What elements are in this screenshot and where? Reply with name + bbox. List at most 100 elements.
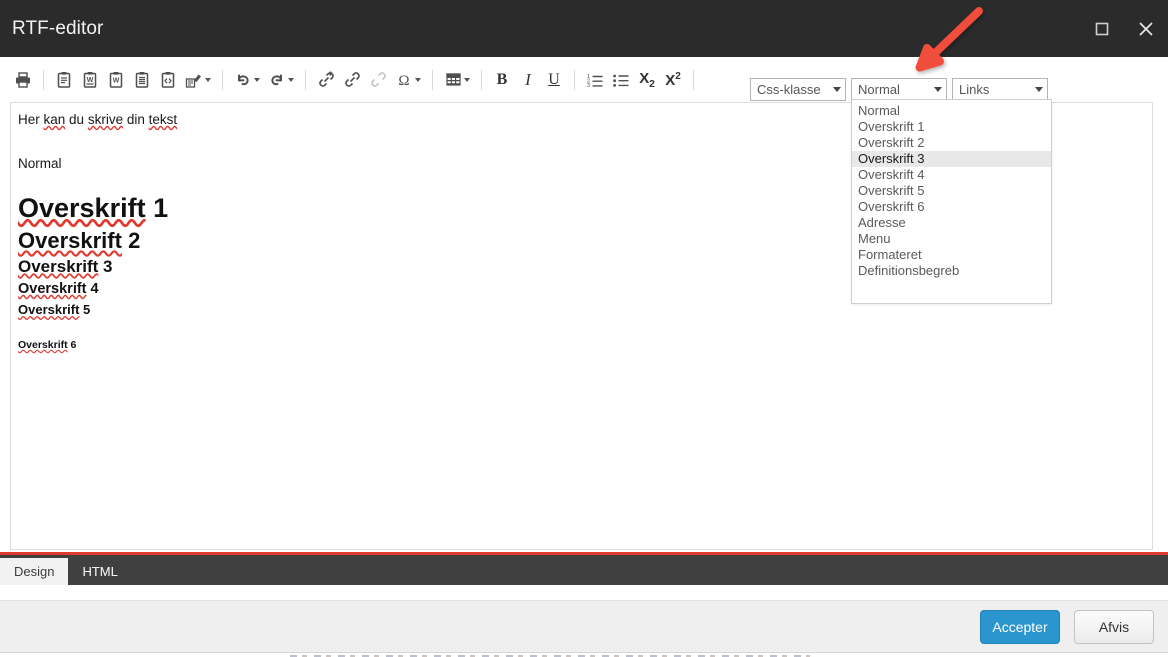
- italic-button[interactable]: I: [515, 66, 541, 94]
- intro-w6: tekst: [148, 112, 178, 127]
- dropdown-option-formateret[interactable]: Formateret: [852, 247, 1051, 263]
- superscript-button[interactable]: X2: [660, 66, 686, 94]
- dropdown-option-adresse[interactable]: Adresse: [852, 215, 1051, 231]
- heading-5-word: Overskrift: [18, 302, 80, 317]
- accept-button[interactable]: Accepter: [980, 610, 1060, 644]
- css-class-select-value: Css-klasse: [757, 82, 821, 97]
- dropdown-option-menu[interactable]: Menu: [852, 231, 1051, 247]
- heading-1-num: 1: [145, 193, 169, 223]
- dropdown-option-overskrift-2[interactable]: Overskrift 2: [852, 135, 1051, 151]
- close-icon: [1137, 20, 1155, 38]
- redo-button[interactable]: [264, 66, 298, 94]
- intro-w1: Her: [18, 112, 44, 127]
- tab-html[interactable]: HTML: [68, 558, 131, 585]
- link-remove-icon: [369, 70, 388, 89]
- reject-button[interactable]: Afvis: [1074, 610, 1154, 644]
- chevron-down-icon: [463, 77, 470, 82]
- subscript-icon: X2: [639, 69, 655, 90]
- print-button[interactable]: [10, 66, 36, 94]
- ordered-list-button[interactable]: 1 2 3: [582, 66, 608, 94]
- heading-3-word: Overskrift: [18, 257, 99, 276]
- intro-w5: din: [123, 112, 149, 127]
- underline-button[interactable]: U: [541, 66, 567, 94]
- paragraph-style-select[interactable]: Normal: [851, 78, 947, 101]
- css-class-select[interactable]: Css-klasse: [750, 78, 846, 101]
- dropdown-option-normal[interactable]: Normal: [852, 103, 1051, 119]
- paste-text-icon: [133, 71, 151, 89]
- table-icon: [445, 71, 462, 88]
- toolbar-separator: [43, 69, 44, 90]
- unordered-list-button[interactable]: [608, 66, 634, 94]
- toolbar-separator: [432, 69, 433, 90]
- printer-icon: [14, 71, 32, 89]
- dropdown-option-overskrift-1[interactable]: Overskrift 1: [852, 119, 1051, 135]
- toolbar-separator: [693, 69, 694, 90]
- svg-text:W: W: [87, 77, 94, 84]
- intro-w4: skrive: [87, 112, 124, 127]
- undo-button[interactable]: [230, 66, 264, 94]
- paste-from-word-clean-button[interactable]: W: [103, 66, 129, 94]
- link-edit-icon: [343, 70, 362, 89]
- window-title-bar: RTF-editor: [0, 0, 1168, 57]
- insert-link-button[interactable]: [313, 66, 339, 94]
- maximize-button[interactable]: [1080, 0, 1124, 57]
- redo-icon: [268, 71, 286, 89]
- table-button[interactable]: [440, 66, 474, 94]
- subscript-button[interactable]: X2: [634, 66, 660, 94]
- dropdown-option-overskrift-6[interactable]: Overskrift 6: [852, 199, 1051, 215]
- paste-icon: [55, 71, 73, 89]
- heading-5-num: 5: [79, 302, 91, 317]
- format-painter-icon: [185, 71, 203, 89]
- intro-w2: kan: [43, 112, 66, 127]
- format-painter-button[interactable]: [181, 66, 215, 94]
- paste-html-button[interactable]: [155, 66, 181, 94]
- dropdown-option-definitionsbegreb[interactable]: Definitionsbegreb: [852, 263, 1051, 279]
- paste-from-word-button[interactable]: W: [77, 66, 103, 94]
- chevron-down-icon: [415, 77, 421, 82]
- close-button[interactable]: [1124, 0, 1168, 57]
- alignment-select[interactable]: Links: [952, 78, 1048, 101]
- remove-link-button[interactable]: [365, 66, 391, 94]
- rtf-editor-window: RTF-editor W W Ω B I U 1 2 3 X2 X2 Css-k…: [0, 0, 1168, 657]
- paste-as-text-button[interactable]: [129, 66, 155, 94]
- dropdown-option-overskrift-5[interactable]: Overskrift 5: [852, 183, 1051, 199]
- link-add-icon: [317, 70, 336, 89]
- maximize-icon: [1094, 21, 1110, 37]
- paste-word-clean-icon: W: [107, 71, 125, 89]
- heading-2-num: 2: [121, 228, 141, 253]
- svg-text:Ω: Ω: [398, 73, 409, 89]
- paste-word-icon: W: [81, 71, 99, 89]
- dropdown-option-overskrift-3[interactable]: Overskrift 3: [852, 151, 1051, 167]
- omega-icon: Ω: [395, 71, 413, 89]
- heading-6-num: 6: [67, 339, 77, 351]
- dropdown-option-overskrift-4[interactable]: Overskrift 4: [852, 167, 1051, 183]
- toolbar-separator: [574, 69, 575, 90]
- superscript-icon: X2: [665, 70, 681, 89]
- heading-3-num: 3: [98, 257, 113, 276]
- special-character-button[interactable]: Ω: [391, 66, 425, 94]
- paste-code-icon: [159, 71, 177, 89]
- chevron-down-icon: [254, 77, 260, 82]
- heading-6-sample: Overskrift 6: [18, 338, 1144, 352]
- tab-design[interactable]: Design: [0, 558, 69, 585]
- paragraph-style-dropdown[interactable]: Normal Overskrift 1 Overskrift 2 Overskr…: [851, 99, 1052, 304]
- chevron-down-icon: [1031, 87, 1047, 92]
- chevron-down-icon: [288, 77, 294, 82]
- numbered-list-icon: 1 2 3: [586, 71, 604, 89]
- heading-4-word: Overskrift: [18, 281, 87, 297]
- svg-text:3: 3: [587, 83, 590, 89]
- bulleted-list-icon: [612, 71, 630, 89]
- editor-mode-tabbar: Design HTML: [0, 552, 1168, 585]
- toolbar-separator: [222, 69, 223, 90]
- alignment-select-value: Links: [959, 82, 990, 97]
- paste-button[interactable]: [51, 66, 77, 94]
- heading-2-word: Overskrift: [18, 228, 122, 253]
- toolbar-separator: [481, 69, 482, 90]
- heading-4-num: 4: [86, 281, 99, 297]
- bold-button[interactable]: B: [489, 66, 515, 94]
- chevron-down-icon: [930, 87, 946, 92]
- heading-1-word: Overskrift: [18, 193, 146, 223]
- intro-w3: du: [65, 112, 88, 127]
- toolbar-separator: [305, 69, 306, 90]
- edit-link-button[interactable]: [339, 66, 365, 94]
